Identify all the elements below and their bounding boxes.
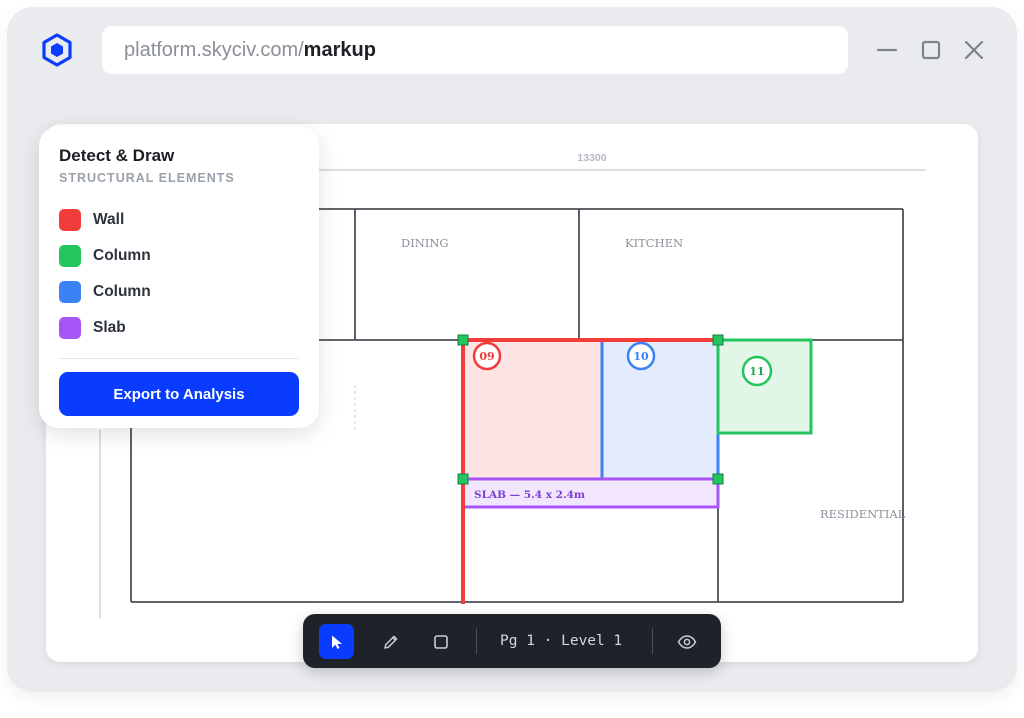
panel-divider bbox=[59, 358, 299, 359]
legend-item-slab[interactable]: Slab bbox=[59, 310, 299, 346]
pencil-icon bbox=[383, 635, 397, 649]
toolbar-separator bbox=[476, 628, 477, 654]
dimension-label: 13300 bbox=[577, 152, 606, 164]
room-label-dining: DINING bbox=[401, 236, 449, 250]
room-label-residential: RESIDENTIAL bbox=[820, 507, 906, 521]
legend-label: Slab bbox=[93, 319, 126, 336]
legend-swatch bbox=[59, 209, 81, 231]
legend-label: Column bbox=[93, 283, 151, 300]
room-label-kitchen: KITCHEN bbox=[625, 236, 683, 250]
svg-text:09: 09 bbox=[479, 350, 494, 363]
column-region-green[interactable] bbox=[716, 338, 813, 435]
marker-column-blue[interactable]: 10 bbox=[626, 341, 656, 371]
panel-title: Detect & Draw bbox=[59, 146, 175, 165]
legend-item-column-green[interactable]: Column bbox=[59, 238, 299, 274]
legend-item-wall[interactable]: Wall bbox=[59, 202, 299, 238]
svg-text:11: 11 bbox=[749, 365, 764, 378]
visibility-toggle-button[interactable] bbox=[669, 624, 704, 659]
cursor-arrow-icon bbox=[331, 635, 342, 649]
legend-list: Wall Column Column Slab bbox=[59, 202, 299, 346]
panel-subtitle: STRUCTURAL ELEMENTS bbox=[59, 171, 235, 185]
export-to-analysis-button[interactable]: Export to Analysis bbox=[59, 372, 299, 416]
eye-icon bbox=[677, 634, 696, 649]
legend-swatch bbox=[59, 281, 81, 303]
slab-label: SLAB — 5.4 x 2.4m bbox=[474, 489, 585, 501]
legend-swatch bbox=[59, 317, 81, 339]
legend-swatch bbox=[59, 245, 81, 267]
bottom-toolbar: Pg 1 · Level 1 bbox=[303, 614, 721, 668]
legend-label: Wall bbox=[93, 211, 125, 228]
select-tool-button[interactable] bbox=[319, 624, 354, 659]
svg-text:10: 10 bbox=[633, 350, 649, 363]
rectangle-tool-button[interactable] bbox=[423, 624, 458, 659]
pen-tool-button[interactable] bbox=[373, 624, 408, 659]
legend-label: Column bbox=[93, 247, 151, 264]
square-icon bbox=[433, 634, 448, 649]
detect-draw-panel: Detect & Draw STRUCTURAL ELEMENTS Wall C… bbox=[39, 126, 319, 428]
page-level-label: Pg 1 · Level 1 bbox=[500, 633, 623, 649]
legend-item-column-blue[interactable]: Column bbox=[59, 274, 299, 310]
marker-column-green[interactable]: 11 bbox=[741, 355, 773, 387]
column-region-blue[interactable] bbox=[600, 338, 720, 481]
toolbar-separator bbox=[652, 628, 653, 654]
marker-wall[interactable]: 09 bbox=[472, 341, 502, 371]
